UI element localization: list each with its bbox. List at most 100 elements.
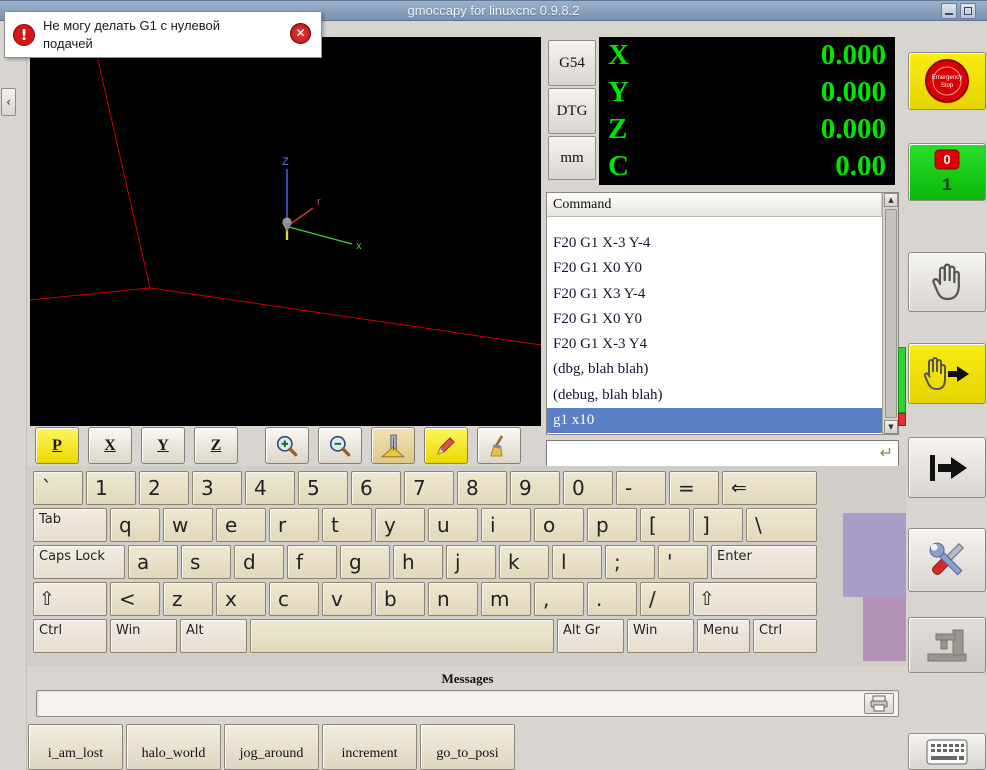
key-backspace[interactable]: ⇐ [722, 471, 817, 505]
key-x[interactable]: x [216, 582, 266, 616]
key-h[interactable]: h [393, 545, 443, 579]
command-history-item[interactable]: F20 G1 X0 Y0 [547, 256, 882, 281]
command-history-item[interactable]: F20 G1 X-3 Y4 [547, 332, 882, 357]
draw-path-button[interactable] [424, 427, 468, 464]
key-9[interactable]: 9 [510, 471, 560, 505]
key-capslock[interactable]: Caps Lock [33, 545, 125, 579]
preview-z-button[interactable]: Z [194, 427, 238, 464]
key-t[interactable]: t [322, 508, 372, 542]
key-ctrl[interactable]: Ctrl [33, 619, 107, 653]
key-7[interactable]: 7 [404, 471, 454, 505]
key-period[interactable]: . [587, 582, 637, 616]
mdi-command-input[interactable] [547, 441, 877, 466]
preview-p-button[interactable]: P [35, 427, 79, 464]
key-4[interactable]: 4 [245, 471, 295, 505]
macro-button-halo_world[interactable]: halo_world [126, 724, 221, 770]
auto-mode-button[interactable] [908, 437, 986, 498]
key-n[interactable]: n [428, 582, 478, 616]
key-6[interactable]: 6 [351, 471, 401, 505]
collapse-panel-button[interactable]: ‹ [1, 88, 16, 116]
key-shift[interactable]: ⇧ [693, 582, 817, 616]
key-l[interactable]: l [552, 545, 602, 579]
key-semicolon[interactable]: ; [605, 545, 655, 579]
settings-button[interactable] [908, 528, 986, 592]
units-button[interactable]: mm [548, 136, 596, 180]
key-backtick[interactable]: ` [33, 471, 83, 505]
estop-button[interactable]: Emergency Stop [908, 52, 986, 110]
macro-button-go_to_posi[interactable]: go_to_posi [420, 724, 515, 770]
key-shift[interactable]: ⇧ [33, 582, 107, 616]
key-z[interactable]: z [163, 582, 213, 616]
clear-plot-button[interactable] [477, 427, 521, 464]
print-messages-button[interactable] [864, 693, 894, 714]
keyboard-side-panel[interactable] [863, 597, 906, 661]
dro-display[interactable]: X 0.000 Y 0.000 Z 0.000 C 0.00 [599, 37, 895, 185]
key-space[interactable] [250, 619, 554, 653]
command-history-item[interactable]: g1 x10 [547, 407, 882, 433]
key-5[interactable]: 5 [298, 471, 348, 505]
key-p[interactable]: p [587, 508, 637, 542]
key-bracket-right[interactable]: ] [693, 508, 743, 542]
command-history-item[interactable]: F20 G1 X0 Y0 [547, 307, 882, 332]
preview-x-button[interactable]: X [88, 427, 132, 464]
key-y[interactable]: y [375, 508, 425, 542]
scroll-down-icon[interactable]: ▼ [884, 420, 898, 434]
key-alt[interactable]: Alt [180, 619, 247, 653]
key-i[interactable]: i [481, 508, 531, 542]
scrollbar-thumb[interactable] [885, 209, 897, 418]
key-menu[interactable]: Menu [697, 619, 750, 653]
macro-button-i_am_lost[interactable]: i_am_lost [28, 724, 123, 770]
key-m[interactable]: m [481, 582, 531, 616]
preview-y-button[interactable]: Y [141, 427, 185, 464]
command-column-header[interactable]: Command [547, 193, 882, 217]
key-1[interactable]: 1 [86, 471, 136, 505]
zoom-out-button[interactable] [318, 427, 362, 464]
key-e[interactable]: e [216, 508, 266, 542]
macro-button-jog_around[interactable]: jog_around [224, 724, 319, 770]
dimensions-button[interactable] [371, 427, 415, 464]
gremlin-preview[interactable]: Z x r [29, 37, 542, 426]
key-backslash[interactable]: \ [746, 508, 817, 542]
close-icon[interactable]: ✕ [290, 23, 311, 44]
key-g[interactable]: g [340, 545, 390, 579]
ref-system-button[interactable]: G54 [548, 40, 596, 86]
command-history-item[interactable]: F20 G1 X3 Y-4 [547, 282, 882, 307]
manual-mode-button[interactable] [908, 252, 986, 312]
key-equals[interactable]: = [669, 471, 719, 505]
command-history-item[interactable]: (dbg, blah blah) [547, 357, 882, 382]
key-bracket-left[interactable]: [ [640, 508, 690, 542]
keyboard-toggle-button[interactable] [908, 733, 986, 770]
key-win[interactable]: Win [627, 619, 694, 653]
command-history-item[interactable]: (debug, blah blah) [547, 383, 882, 408]
key-8[interactable]: 8 [457, 471, 507, 505]
key-o[interactable]: o [534, 508, 584, 542]
key-slash[interactable]: / [640, 582, 690, 616]
minimize-button[interactable] [941, 3, 957, 19]
key-j[interactable]: j [446, 545, 496, 579]
key-d[interactable]: d [234, 545, 284, 579]
key-win[interactable]: Win [110, 619, 177, 653]
user-tab-button[interactable] [908, 617, 986, 673]
key-0[interactable]: 0 [563, 471, 613, 505]
key-r[interactable]: r [269, 508, 319, 542]
key-enter[interactable]: Enter [711, 545, 817, 579]
key-c[interactable]: c [269, 582, 319, 616]
key-b[interactable]: b [375, 582, 425, 616]
history-scrollbar[interactable]: ▲ ▼ [882, 193, 898, 434]
key-k[interactable]: k [499, 545, 549, 579]
key-apostrophe[interactable]: ' [658, 545, 708, 579]
key-3[interactable]: 3 [192, 471, 242, 505]
machine-power-button[interactable]: 0 1 [908, 143, 986, 201]
key-ctrl[interactable]: Ctrl [753, 619, 817, 653]
macro-button-increment[interactable]: increment [322, 724, 417, 770]
zoom-in-button[interactable] [265, 427, 309, 464]
key-less-than[interactable]: < [110, 582, 160, 616]
key-f[interactable]: f [287, 545, 337, 579]
scroll-up-icon[interactable]: ▲ [884, 193, 898, 207]
dtg-button[interactable]: DTG [548, 88, 596, 134]
command-history-item[interactable]: F20 G1 X-3 Y-4 [547, 231, 882, 256]
key-q[interactable]: q [110, 508, 160, 542]
key-2[interactable]: 2 [139, 471, 189, 505]
maximize-button[interactable] [960, 3, 976, 19]
key-s[interactable]: s [181, 545, 231, 579]
